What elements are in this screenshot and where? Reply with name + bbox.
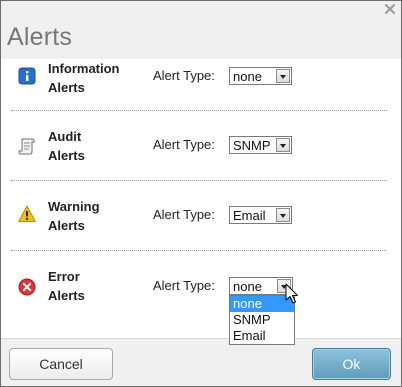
alert-type-select-value: SNMP <box>233 138 271 153</box>
row-divider <box>11 180 387 181</box>
alert-row-label-line2: Alerts <box>48 148 85 163</box>
warning-icon <box>18 205 36 222</box>
alert-row-audit: Audit Alerts Alert Type: SNMP <box>1 127 401 187</box>
alert-row-label-line2: Alerts <box>48 80 85 95</box>
dropdown-option[interactable]: Email <box>230 328 294 344</box>
alert-row-label: Error Alerts <box>48 267 138 305</box>
alert-type-label: Alert Type: <box>153 137 215 152</box>
alert-type-select[interactable]: none <box>229 277 293 295</box>
alert-type-select-value: none <box>233 69 262 84</box>
row-divider <box>11 250 387 251</box>
row-divider <box>11 110 387 111</box>
alert-row-label-line1: Information <box>48 61 120 76</box>
dialog-title: Alerts <box>7 23 73 51</box>
alert-row-label: Information Alerts <box>48 59 138 97</box>
alert-row-label: Warning Alerts <box>48 197 138 235</box>
cancel-button[interactable]: Cancel <box>9 348 113 380</box>
alert-row-warning: Warning Alerts Alert Type: Email <box>1 197 401 257</box>
alert-row-label: Audit Alerts <box>48 127 138 165</box>
alert-type-select[interactable]: SNMP <box>229 136 292 154</box>
dropdown-option[interactable]: SNMP <box>230 312 294 328</box>
alert-type-select-value: Email <box>233 208 266 223</box>
alert-type-label: Alert Type: <box>153 207 215 222</box>
dialog-footer: Cancel Ok <box>1 338 401 386</box>
alert-type-select[interactable]: none <box>229 67 292 85</box>
scroll-icon <box>18 138 35 155</box>
mouse-pointer-icon <box>285 283 298 304</box>
alert-row-label-line2: Alerts <box>48 288 85 303</box>
alert-type-label: Alert Type: <box>153 68 215 83</box>
info-icon <box>18 67 36 85</box>
chevron-down-icon[interactable] <box>276 69 290 83</box>
ok-button[interactable]: Ok <box>312 348 391 380</box>
alert-row-error: Error Alerts Alert Type: none <box>1 267 401 327</box>
chevron-down-icon[interactable] <box>276 138 290 152</box>
close-icon[interactable] <box>384 3 396 15</box>
alert-row-label-line1: Warning <box>48 199 100 214</box>
alert-type-label: Alert Type: <box>153 278 215 293</box>
alert-type-select-value: none <box>233 279 262 294</box>
dialog-titlebar: Alerts <box>1 1 401 59</box>
alerts-dialog: Alerts Information Alerts Alert Type: no… <box>0 0 402 387</box>
alert-row-label-line1: Error <box>48 269 80 284</box>
alert-row-label-line2: Alerts <box>48 218 85 233</box>
error-icon <box>18 278 36 296</box>
chevron-down-icon[interactable] <box>276 208 290 222</box>
alert-row-label-line1: Audit <box>48 129 82 144</box>
alert-type-select[interactable]: Email <box>229 206 292 224</box>
